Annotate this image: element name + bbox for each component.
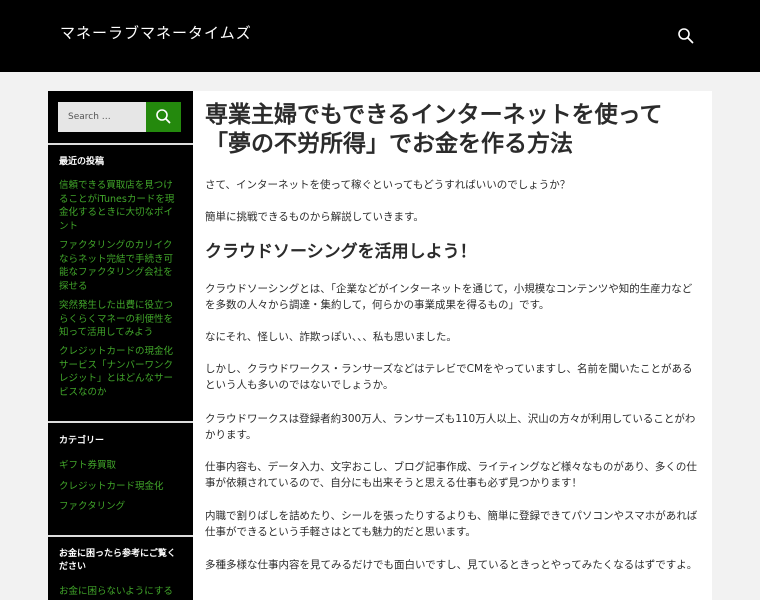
search-icon (156, 109, 171, 124)
article-intro-2: 簡単に挑戦できるものから解説していきます。 (205, 211, 424, 223)
sidebar: 最近の投稿 信頼できる買取店を見つけることがiTunesカードを現金化するときに… (48, 91, 193, 600)
article-paragraph: 内職で割りばしを詰めたり、シールを張ったりするよりも、簡単に登録できてパソコンや… (205, 510, 698, 538)
section-heading: クラウドソーシングを活用しよう！ (205, 242, 477, 262)
recent-post-link[interactable]: クレジットカードの現金化サービス「ナンバーワンクレジット」とはどんなサービスなの… (59, 345, 181, 399)
recent-post-link[interactable]: ファクタリングのカリイクならネット完結で手続き可能なファクタリング会社を探せる (59, 239, 181, 293)
article-paragraph: クラウドワークスは登録者約300万人、ランサーズも110万人以上、沢山の方々が利… (205, 413, 696, 441)
widget-title-categories: カテゴリー (59, 436, 105, 446)
main-content: 専業主婦でもできるインターネットを使って「夢の不労所得」でお金を作る方法 さて、… (193, 91, 712, 600)
article-paragraph: クラウドソーシングとは、「企業などがインターネットを通じて，小規模なコンテンツや… (205, 283, 693, 311)
article-paragraph: 多種多様な仕事内容を見てみるだけでも面白いですし、見ているときっとやってみたくな… (205, 559, 698, 571)
category-link[interactable]: クレジットカード現金化 (59, 480, 181, 494)
article-paragraph: なにそれ、怪しい、詐欺っぽい、、、私も思いました。 (205, 331, 457, 343)
search-input[interactable] (58, 102, 146, 132)
sidebar-search-widget (48, 91, 193, 143)
search-submit-button[interactable] (146, 102, 181, 132)
article-paragraph: しかし、クラウドワークス・ランサーズなどはテレビでCMをやっていますし、名前を聞… (205, 363, 693, 391)
article-title: 専業主婦でもできるインターネットを使って「夢の不労所得」でお金を作る方法 (205, 102, 663, 157)
divider (48, 535, 193, 537)
recent-post-link[interactable]: 突然発生した出費に役立つらくらくマネーの利便性を知って活用してみよう (59, 299, 181, 340)
category-link[interactable]: ギフト券買取 (59, 459, 181, 473)
search-toggle-button[interactable] (674, 24, 698, 48)
site-title[interactable]: マネーラブマネータイムズ (60, 22, 252, 43)
category-link[interactable]: ファクタリング (59, 500, 181, 514)
money-link[interactable]: お金に困らないようにする (59, 585, 181, 599)
divider (48, 143, 193, 145)
widget-title-money: お金に困ったら参考にご覧ください (59, 549, 176, 572)
divider (48, 421, 193, 423)
widget-title-recent-posts: 最近の投稿 (59, 157, 105, 167)
search-icon (678, 28, 694, 44)
site-header: マネーラブマネータイムズ (0, 0, 760, 72)
article-intro: さて、インターネットを使って稼ぐといってもどうすればいいのでしょうか？ (205, 179, 571, 191)
article-paragraph: 仕事内容も、データ入力、文字おこし、ブログ記事作成、ライティングなど様々なものが… (205, 461, 697, 489)
recent-post-link[interactable]: 信頼できる買取店を見つけることがiTunesカードを現金化するときに大切なポイン… (59, 179, 181, 233)
